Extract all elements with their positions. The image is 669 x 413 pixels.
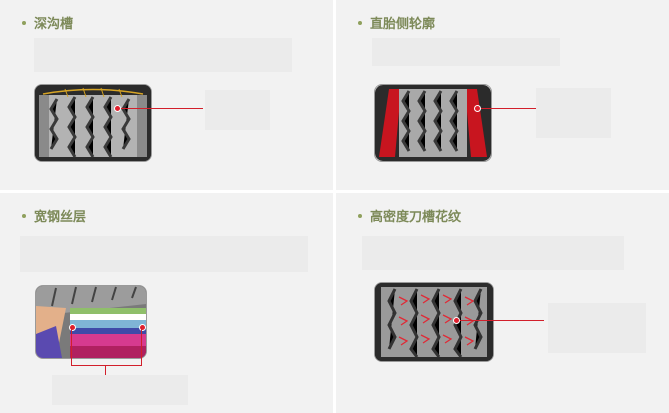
tire-sidewall-icon: [375, 85, 491, 161]
callout-bracket-right: [141, 327, 142, 365]
tire-siping-icon: [375, 283, 493, 361]
placeholder-text-block: [34, 38, 292, 72]
placeholder-text-block: [536, 88, 611, 138]
callout-bracket-left: [71, 327, 72, 365]
panel-straight-sidewall: 直胎侧轮廓: [336, 0, 669, 190]
panel-title-text: 深沟槽: [34, 17, 74, 32]
tire-tread-icon: [35, 85, 151, 161]
feature-grid: 深沟槽 直胎侧轮廓 宽钢丝层 高密度刀槽花纹: [0, 0, 669, 413]
panel-title: 高密度刀槽花纹: [358, 206, 461, 225]
panel-title: 直胎侧轮廓: [358, 13, 435, 32]
bullet-icon: [358, 20, 362, 25]
panel-title: 宽钢丝层: [22, 206, 86, 225]
placeholder-text-block: [548, 303, 646, 353]
panel-blade-pattern: 高密度刀槽花纹: [336, 193, 669, 413]
callout-line: [478, 108, 536, 109]
panel-title-text: 高密度刀槽花纹: [370, 210, 462, 225]
placeholder-text-block: [372, 38, 560, 66]
callout-bracket-bottom: [71, 365, 142, 366]
tire-tread-image: [34, 84, 152, 162]
callout-point: [474, 105, 481, 112]
placeholder-text-block: [20, 236, 308, 272]
tire-cross-section-image: [35, 285, 147, 359]
callout-line: [456, 320, 544, 321]
bullet-icon: [358, 213, 362, 218]
callout-line: [118, 108, 203, 109]
tire-siping-image: [374, 282, 494, 362]
panel-deep-groove: 深沟槽: [0, 0, 333, 190]
tire-sidewall-image: [374, 84, 492, 162]
placeholder-text-block: [52, 375, 188, 405]
placeholder-text-block: [205, 90, 270, 130]
panel-steel-belt: 宽钢丝层: [0, 193, 333, 413]
callout-point: [114, 105, 121, 112]
callout-line: [105, 365, 106, 375]
panel-title-text: 直胎侧轮廓: [370, 17, 436, 32]
panel-title: 深沟槽: [22, 13, 73, 32]
callout-point: [453, 317, 460, 324]
bullet-icon: [22, 213, 26, 218]
panel-title-text: 宽钢丝层: [34, 210, 87, 225]
bullet-icon: [22, 20, 26, 25]
placeholder-text-block: [362, 236, 624, 270]
tire-cross-section-icon: [36, 286, 146, 358]
